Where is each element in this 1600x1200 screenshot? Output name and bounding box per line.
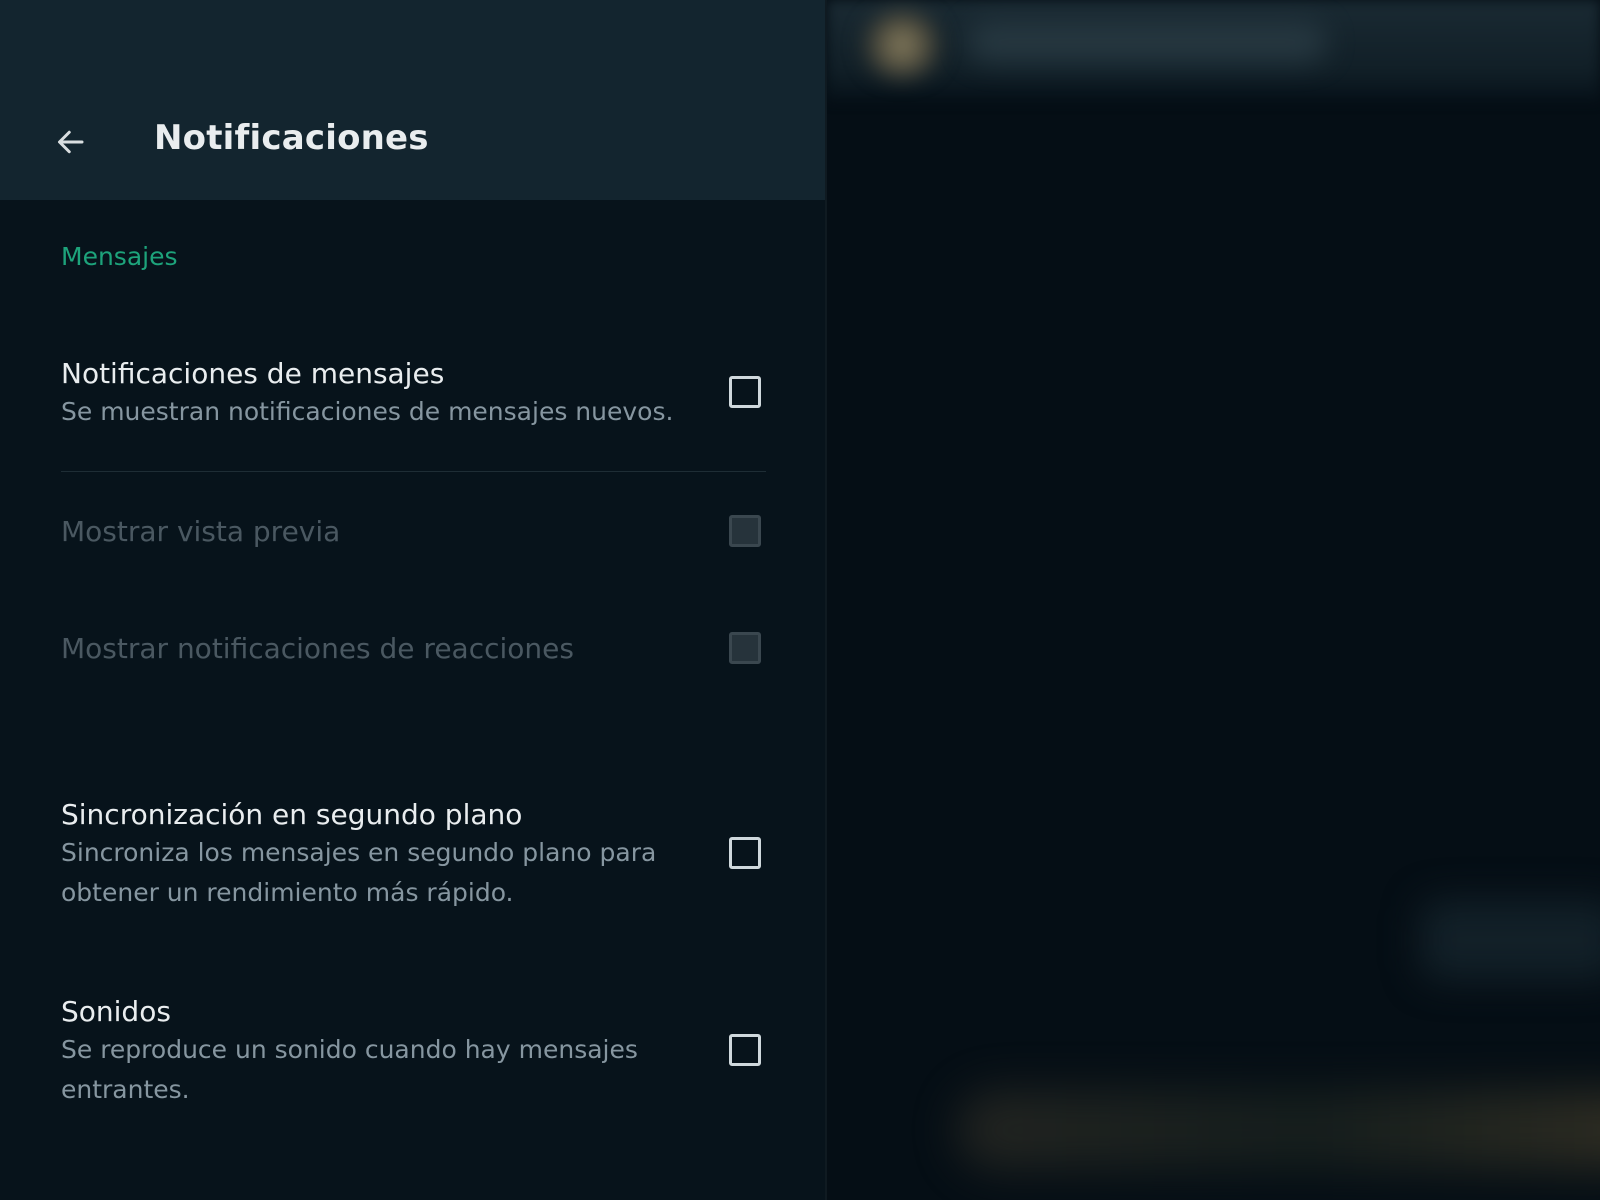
- setting-description: Sincroniza los mensajes en segundo plano…: [61, 838, 657, 907]
- back-button[interactable]: [50, 122, 90, 162]
- setting-title: Mostrar notificaciones de reacciones: [61, 632, 574, 665]
- page-title: Notificaciones: [154, 118, 429, 158]
- blurred-contact-name: [967, 22, 1327, 62]
- divider: [61, 471, 766, 472]
- setting-title: Notificaciones de mensajes: [61, 357, 445, 390]
- blurred-message-input: [957, 1090, 1600, 1170]
- blurred-avatar: [857, 10, 947, 80]
- notifications-settings-screen: Notificaciones Mensajes Notificaciones d…: [0, 0, 1600, 1200]
- setting-message-notifications[interactable]: Notificaciones de mensajes Se muestran n…: [61, 356, 767, 432]
- blurred-chat-area: [827, 0, 1600, 1200]
- setting-title: Sonidos: [61, 995, 171, 1028]
- panel-header: Notificaciones: [0, 0, 827, 200]
- setting-sounds[interactable]: Sonidos Se reproduce un sonido cuando ha…: [61, 994, 767, 1110]
- setting-show-preview: Mostrar vista previa: [61, 514, 767, 550]
- settings-panel: Notificaciones Mensajes Notificaciones d…: [0, 0, 827, 1200]
- arrow-left-icon: [58, 130, 84, 154]
- setting-background-sync[interactable]: Sincronización en segundo plano Sincroni…: [61, 797, 767, 913]
- setting-description: Se muestran notificaciones de mensajes n…: [61, 397, 674, 426]
- blurred-message-bubble: [1420, 900, 1600, 980]
- show-preview-checkbox: [729, 515, 761, 547]
- sounds-checkbox[interactable]: [729, 1034, 761, 1066]
- setting-description: Se reproduce un sonido cuando hay mensaj…: [61, 1035, 638, 1104]
- background-sync-checkbox[interactable]: [729, 837, 761, 869]
- setting-title: Sincronización en segundo plano: [61, 798, 523, 831]
- message-notifications-checkbox[interactable]: [729, 376, 761, 408]
- setting-title: Mostrar vista previa: [61, 515, 341, 548]
- setting-show-reaction-notifications: Mostrar notificaciones de reacciones: [61, 631, 767, 667]
- section-title-mensajes: Mensajes: [61, 242, 178, 271]
- show-reaction-notifications-checkbox: [729, 632, 761, 664]
